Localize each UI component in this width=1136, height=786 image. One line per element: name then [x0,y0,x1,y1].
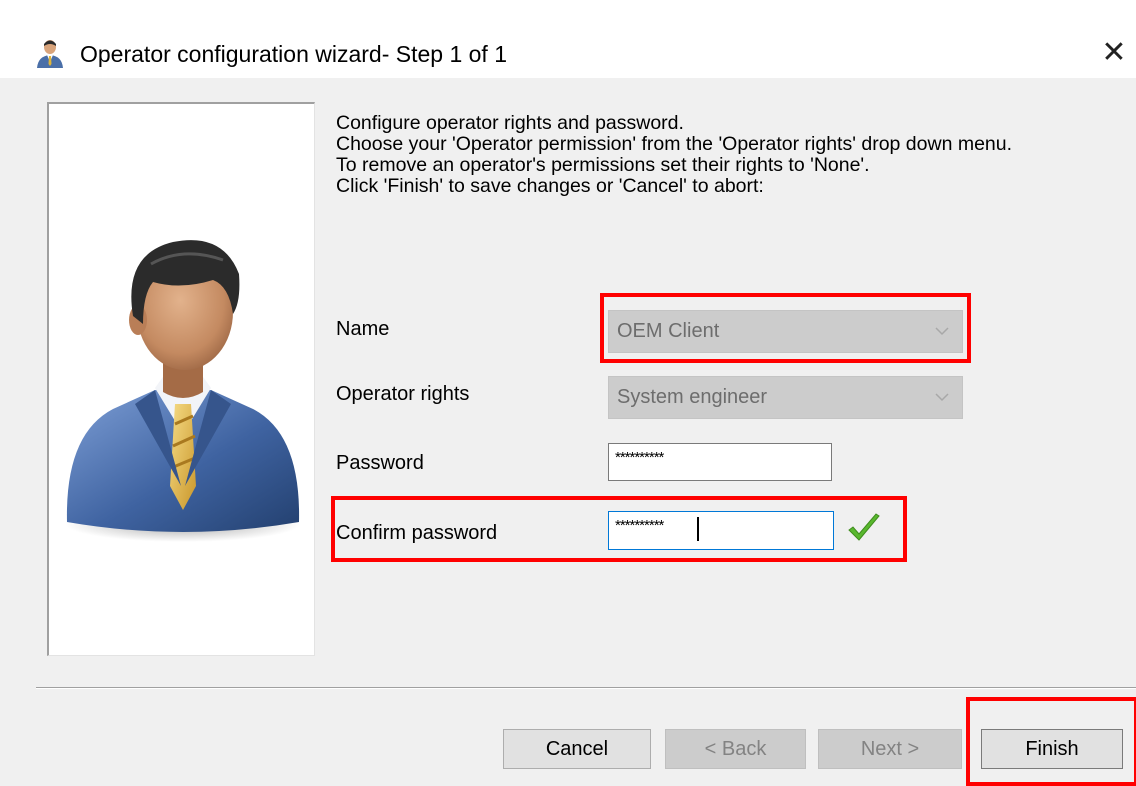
operator-rights-label: Operator rights [336,383,470,405]
instructions: Configure operator rights and password. … [336,113,1126,197]
highlight-name [600,293,971,363]
close-icon: ✕ [1101,35,1127,69]
instruction-line: Choose your 'Operator permission' from t… [336,133,1013,155]
password-field[interactable]: ********** [608,443,832,481]
separator [36,687,1136,689]
operator-rights-value: System engineer [617,386,768,408]
user-icon [37,40,63,68]
wizard-window: Operator configuration wizard- Step 1 of… [0,0,1136,786]
title-bar: Operator configuration wizard- Step 1 of… [0,10,1136,78]
name-label: Name [336,318,390,340]
operator-avatar-icon [65,240,301,542]
highlight-confirm-password [331,496,907,562]
back-button[interactable]: < Back [665,729,806,769]
password-value: ********** [615,449,664,466]
next-button[interactable]: Next > [818,729,962,769]
instruction-line: Click 'Finish' to save changes or 'Cance… [336,175,764,197]
highlight-finish [966,697,1136,786]
operator-rights-dropdown[interactable]: System engineer [608,376,963,419]
close-button[interactable]: ✕ [1094,32,1134,72]
instruction-line: Configure operator rights and password. [336,112,684,134]
instruction-line: To remove an operator's permissions set … [336,154,870,176]
chevron-down-icon [935,393,949,402]
cancel-button[interactable]: Cancel [503,729,651,769]
top-strip [0,0,1136,10]
window-title: Operator configuration wizard- Step 1 of… [80,41,508,67]
password-label: Password [336,452,424,474]
operator-image-panel [47,102,315,656]
